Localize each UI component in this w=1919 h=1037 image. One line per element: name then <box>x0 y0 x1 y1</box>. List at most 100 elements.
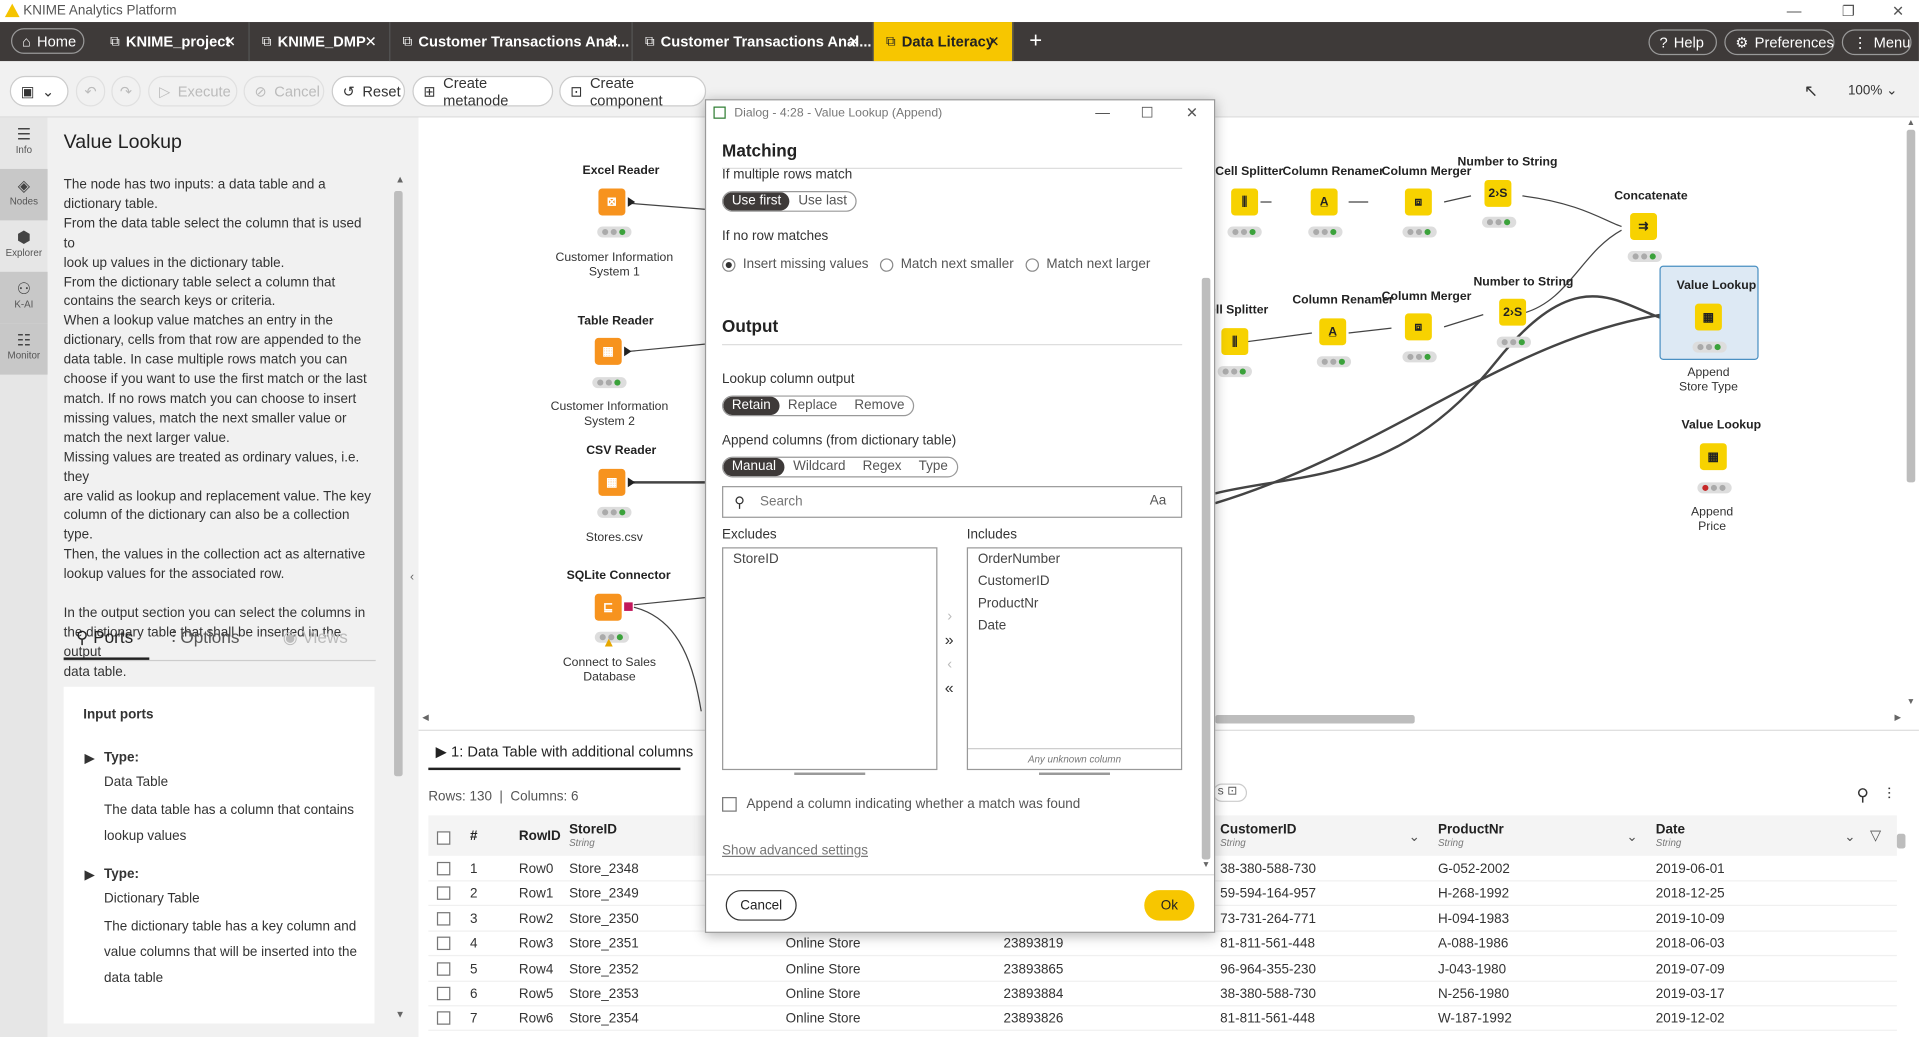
tab-options[interactable]: ⫶ Options <box>171 627 239 648</box>
help-button[interactable]: ? Help <box>1648 29 1717 56</box>
table-row[interactable]: 4 Row3 Store_2351 Online Store 23893819 81-81… <box>428 932 1897 957</box>
canvas-vscroll[interactable] <box>1906 129 1916 483</box>
resize-handle[interactable] <box>1039 772 1110 775</box>
table-reader-node[interactable]: ▦ <box>594 337 622 365</box>
type-option[interactable]: Type <box>910 458 956 476</box>
settings-icon[interactable]: ⫶ <box>1887 785 1891 805</box>
home-tab[interactable]: ⌂ Home <box>11 28 85 54</box>
execute-button[interactable]: ▷ Execute <box>148 75 238 107</box>
menu-button[interactable]: ⋮ Menu <box>1841 29 1912 56</box>
rail-info[interactable]: ☰ Info <box>0 118 48 169</box>
selection-mode-toggle[interactable]: Manual Wildcard Regex Type <box>722 456 958 478</box>
table-row[interactable]: 7 Row6 Store_2354 Online Store 23893826 81-81… <box>428 1007 1897 1032</box>
next-smaller-radio[interactable]: Match next smaller <box>879 257 1014 272</box>
lookup-output-toggle[interactable]: Retain Replace Remove <box>722 395 915 417</box>
move-left-icon[interactable]: ‹ <box>947 655 952 672</box>
scroll-left-icon[interactable]: ◀ <box>422 713 429 723</box>
reset-button[interactable]: ↺ Reset <box>331 75 406 107</box>
port-tab[interactable]: ▶ 1: Data Table with additional columns <box>436 743 694 760</box>
preferences-button[interactable]: ⚙ Preferences <box>1724 29 1835 56</box>
excludes-list[interactable]: StoreID <box>722 547 938 771</box>
case-sensitive-toggle[interactable]: Aa <box>1150 493 1166 508</box>
move-all-left-icon[interactable]: « <box>945 678 954 696</box>
search-icon[interactable]: ⚲ <box>1857 785 1870 806</box>
column-renamer-node[interactable]: A̲ <box>1310 188 1338 216</box>
table-row[interactable]: 6 Row5 Store_2353 Online Store 23893884 38-38… <box>428 982 1897 1007</box>
search-field[interactable]: ⚲ Aa <box>722 486 1183 518</box>
cursor-icon[interactable]: ↖ <box>1804 81 1818 102</box>
search-input[interactable] <box>759 492 1128 512</box>
restore-icon[interactable]: ❐ <box>1842 2 1855 19</box>
use-last-option[interactable]: Use last <box>790 192 856 210</box>
wildcard-option[interactable]: Wildcard <box>785 458 855 476</box>
chevron-down-icon[interactable]: ⌄ <box>1844 829 1855 845</box>
unknown-column-item[interactable]: Any unknown column <box>968 748 1181 769</box>
scroll-up-icon[interactable]: ▲ <box>1907 119 1915 128</box>
close-tab-icon[interactable]: ✕ <box>224 33 236 50</box>
rail-nodes[interactable]: ◈ Nodes <box>0 168 48 221</box>
value-lookup-node[interactable]: ▦ <box>1694 303 1722 331</box>
row-checkbox[interactable] <box>436 1011 451 1026</box>
close-tab-icon[interactable]: ✕ <box>988 33 1000 50</box>
sqlite-connector-node[interactable]: ⊑ <box>594 593 622 621</box>
row-checkbox[interactable] <box>436 886 451 901</box>
minimize-icon[interactable]: — <box>1787 2 1802 19</box>
cancel-button[interactable]: ⊘ Cancel <box>243 75 325 107</box>
number-to-string-node[interactable]: 2›S <box>1499 298 1527 326</box>
append-found-checkbox[interactable] <box>722 797 737 812</box>
create-component-button[interactable]: ⊡ Create component <box>559 74 707 108</box>
undo-button[interactable]: ↶ <box>75 75 106 107</box>
regex-option[interactable]: Regex <box>854 458 910 476</box>
use-first-option[interactable]: Use first <box>723 192 790 211</box>
close-tab-icon[interactable]: ✕ <box>365 33 377 50</box>
close-window-icon[interactable]: ✕ <box>1892 2 1904 19</box>
rail-kai[interactable]: ⚇ K-AI <box>0 271 48 324</box>
csv-reader-node[interactable]: ▦ <box>598 468 626 496</box>
output-port[interactable] <box>627 197 636 207</box>
col-productnr[interactable]: ProductNr String <box>1438 823 1504 849</box>
table-row[interactable]: 5 Row4 Store_2352 Online Store 23893865 96-96… <box>428 957 1897 982</box>
rail-explorer[interactable]: ⬢ Explorer <box>0 220 48 271</box>
chevron-down-icon[interactable]: ⌄ <box>1409 829 1420 845</box>
view-toggle-button[interactable]: s ⊡ <box>1212 783 1248 802</box>
column-merger-node[interactable]: ⧈ <box>1404 188 1432 216</box>
select-all-checkbox[interactable] <box>436 831 451 845</box>
next-larger-radio[interactable]: Match next larger <box>1025 257 1150 272</box>
filter-icon[interactable]: ▽ <box>1870 826 1881 843</box>
tab-data-literacy[interactable]: ⧉ Data Literacy ✕ <box>873 22 1014 62</box>
cell-splitter-node[interactable]: ⫼ <box>1231 188 1259 216</box>
col-date[interactable]: Date String <box>1656 823 1685 849</box>
row-checkbox[interactable] <box>436 911 451 926</box>
value-lookup-node[interactable]: ▦ <box>1699 443 1727 471</box>
column-merger-node[interactable]: ⧈ <box>1404 313 1432 341</box>
canvas-hscroll[interactable] <box>1215 714 1415 724</box>
multiple-match-toggle[interactable]: Use first Use last <box>722 190 857 212</box>
scroll-down-icon[interactable]: ▼ <box>1907 698 1915 707</box>
includes-list[interactable]: OrderNumber CustomerID ProductNr Date An… <box>966 547 1183 771</box>
close-icon[interactable]: ✕ <box>1186 104 1198 121</box>
create-metanode-button[interactable]: ⊞ Create metanode <box>412 74 554 108</box>
redo-button[interactable]: ↷ <box>111 75 141 107</box>
scroll-down-icon[interactable]: ▼ <box>1202 861 1210 870</box>
save-button[interactable]: ▣ ⌄ <box>9 75 69 107</box>
excel-reader-node[interactable]: ⊠ <box>598 188 626 216</box>
manual-option[interactable]: Manual <box>723 457 785 477</box>
tab-ports[interactable]: ⚲ Ports <box>76 627 133 648</box>
chevron-down-icon[interactable]: ⌄ <box>1626 829 1637 845</box>
list-item[interactable]: OrderNumber <box>968 548 1181 570</box>
concatenate-node[interactable]: ⇉ <box>1630 213 1658 240</box>
remove-option[interactable]: Remove <box>846 397 913 415</box>
col-customerid[interactable]: CustomerID String <box>1220 823 1296 849</box>
close-tab-icon[interactable]: ✕ <box>848 33 860 50</box>
cancel-button[interactable]: Cancel <box>725 890 797 921</box>
list-item[interactable]: ProductNr <box>968 593 1181 615</box>
rail-monitor[interactable]: ☷ Monitor <box>0 323 48 375</box>
row-checkbox[interactable] <box>436 986 451 1001</box>
insert-missing-radio[interactable]: Insert missing values <box>722 257 869 272</box>
row-checkbox[interactable] <box>436 861 451 876</box>
scroll-down-icon[interactable]: ▼ <box>395 1009 405 1020</box>
table-vscroll[interactable] <box>1896 833 1906 849</box>
tab-views[interactable]: ◉ Views <box>283 627 348 648</box>
row-checkbox[interactable] <box>436 936 451 951</box>
retain-option[interactable]: Retain <box>723 396 780 416</box>
